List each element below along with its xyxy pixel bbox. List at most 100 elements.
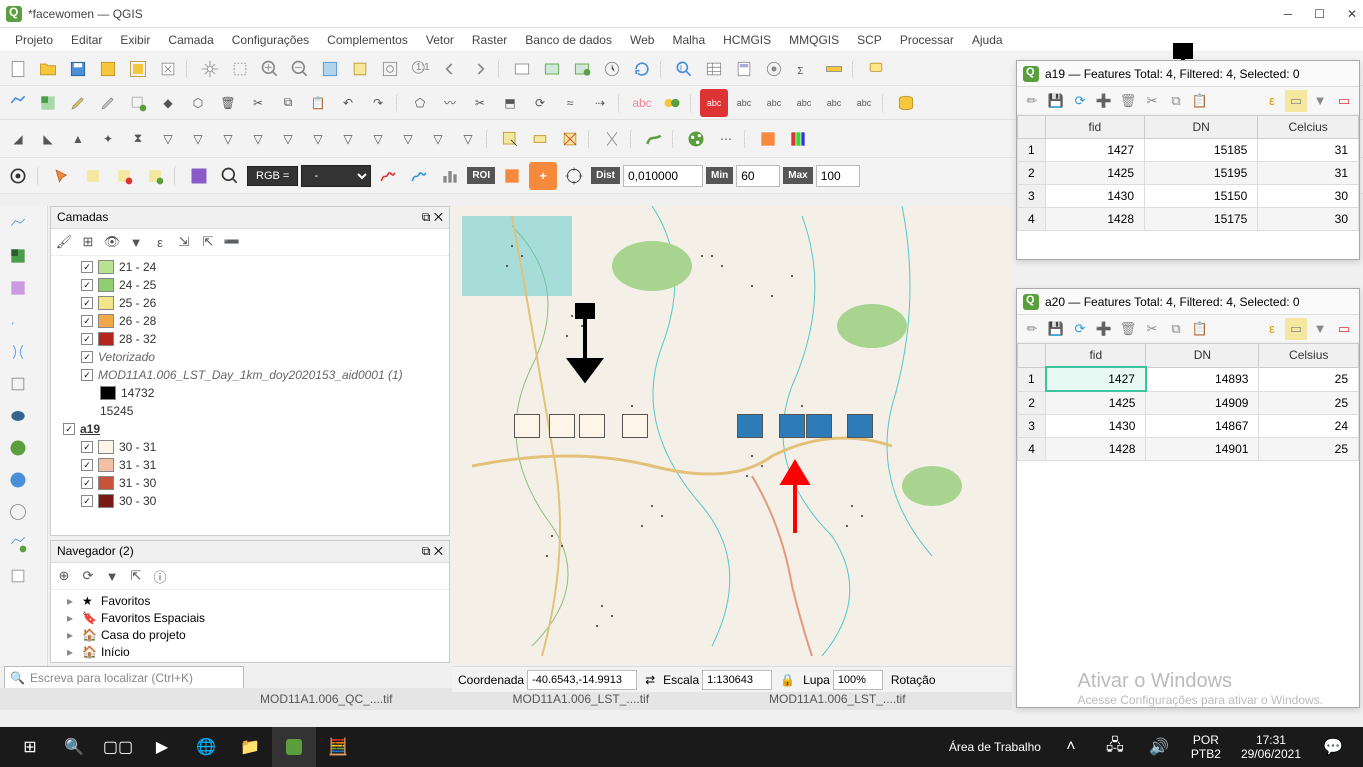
notifications-icon[interactable]: 💬 — [1311, 727, 1355, 767]
media-app-icon[interactable]: ▶ — [140, 727, 184, 767]
scp-icon2[interactable]: ◣ — [34, 125, 62, 153]
rgb-combo[interactable]: - — [301, 165, 371, 187]
refresh-icon[interactable] — [628, 55, 656, 83]
cell[interactable]: 15175 — [1145, 208, 1258, 231]
layer-label[interactable]: 14732 — [121, 386, 154, 400]
node-tool-icon[interactable]: ⬡ — [184, 89, 212, 117]
scp-histogram-icon[interactable] — [436, 162, 464, 190]
menu-scp[interactable]: SCP — [850, 31, 889, 49]
search-button[interactable]: 🔍 — [52, 727, 96, 767]
cell[interactable]: 1428 — [1046, 438, 1146, 461]
scale-input[interactable] — [702, 670, 772, 690]
add-wms-icon[interactable] — [4, 434, 32, 462]
browser-props-icon[interactable]: ⓘ — [150, 566, 170, 586]
zoom-last-icon[interactable] — [436, 55, 464, 83]
coord-input[interactable] — [527, 670, 637, 690]
layer-checkbox[interactable] — [81, 261, 93, 273]
layer-expand-icon[interactable]: ⇲ — [174, 232, 194, 252]
cell[interactable]: 15150 — [1145, 185, 1258, 208]
cell[interactable]: 1425 — [1045, 162, 1144, 185]
layer-filter-icon[interactable]: ▼ — [126, 232, 146, 252]
scp-target-icon[interactable] — [560, 162, 588, 190]
scp-roi-redo-icon[interactable] — [110, 162, 138, 190]
menu-malha[interactable]: Malha — [665, 31, 712, 49]
locator-bar[interactable]: 🔍 Escreva para localizar (Ctrl+K) — [4, 666, 244, 690]
save-edits-icon[interactable] — [94, 89, 122, 117]
db-manager-icon[interactable] — [892, 89, 920, 117]
minimize-button[interactable]: ─ — [1284, 7, 1293, 21]
cell[interactable]: 14893 — [1146, 367, 1259, 391]
layer-label[interactable]: 28 - 32 — [119, 332, 156, 346]
col-header[interactable]: DN — [1146, 344, 1259, 368]
reload-icon[interactable]: ⟳ — [1069, 90, 1091, 112]
browser-item-label[interactable]: Favoritos Espaciais — [101, 611, 205, 625]
save-icon[interactable] — [64, 55, 92, 83]
col-header[interactable]: fid — [1046, 344, 1146, 368]
save-icon[interactable]: 💾 — [1045, 318, 1067, 340]
browser-close-icon[interactable]: ✕ — [434, 544, 443, 558]
menu-raster[interactable]: Raster — [465, 31, 514, 49]
dist-input[interactable] — [623, 165, 703, 187]
form-icon[interactable]: ▭ — [1333, 318, 1355, 340]
add-mesh-icon[interactable] — [4, 274, 32, 302]
layer-label[interactable]: 31 - 31 — [119, 458, 156, 472]
col-header[interactable]: DN — [1145, 116, 1258, 139]
layer-label[interactable]: 25 - 26 — [119, 296, 156, 310]
new-print-layout-icon[interactable] — [94, 55, 122, 83]
scp-icon1[interactable]: ◢ — [4, 125, 32, 153]
scp-icon15[interactable]: ▽ — [424, 125, 452, 153]
move-feature-icon[interactable]: ◆ — [154, 89, 182, 117]
col-header[interactable]: Celcius — [1258, 116, 1359, 139]
bg-tab-3[interactable]: MOD11A1.006_LST_....tif — [769, 692, 906, 706]
cut-icon[interactable]: ✂ — [1141, 90, 1163, 112]
taskbar-clock[interactable]: 17:3129/06/2021 — [1231, 733, 1311, 762]
cell[interactable]: 1427 — [1045, 139, 1144, 162]
filter-icon[interactable]: ▼ — [1309, 318, 1331, 340]
scp-icon11[interactable]: ▽ — [304, 125, 332, 153]
edit-icon[interactable]: ✏ — [1021, 90, 1043, 112]
paste-icon[interactable]: 📋 — [304, 89, 332, 117]
row-header[interactable]: 4 — [1018, 208, 1046, 231]
browser-refresh-icon[interactable]: ⟳ — [78, 566, 98, 586]
layer-label[interactable]: 31 - 30 — [119, 476, 156, 490]
undo-icon[interactable]: ↶ — [334, 89, 362, 117]
redo-icon[interactable]: ↷ — [364, 89, 392, 117]
identify-icon[interactable]: i — [670, 55, 698, 83]
map-canvas[interactable] — [452, 206, 1012, 664]
edit-icon[interactable]: ✏ — [1021, 318, 1043, 340]
scp-icon10[interactable]: ▽ — [274, 125, 302, 153]
scp-roi-poly-icon[interactable] — [79, 162, 107, 190]
menu-ajuda[interactable]: Ajuda — [965, 31, 1010, 49]
stats-icon[interactable]: Σ — [790, 55, 818, 83]
layer-remove-icon[interactable]: ➖ — [222, 232, 242, 252]
cell[interactable]: 1428 — [1045, 208, 1144, 231]
lock-icon[interactable]: 🔒 — [780, 673, 795, 687]
toolbox-icon[interactable] — [760, 55, 788, 83]
layer-checkbox[interactable] — [81, 315, 93, 327]
layer-visibility-icon[interactable]: 👁 — [102, 232, 122, 252]
delete-icon[interactable]: 🗑 — [1117, 318, 1139, 340]
layer-styling-icon[interactable]: 🖌 — [54, 232, 74, 252]
expr-icon[interactable]: ε — [1261, 90, 1283, 112]
scp-icon13[interactable]: ▽ — [364, 125, 392, 153]
tray-chevron-icon[interactable]: ˄ — [1049, 727, 1093, 767]
reload-icon[interactable]: ⟳ — [1069, 318, 1091, 340]
browser-add-icon[interactable]: ⊕ — [54, 566, 74, 586]
reshape-icon[interactable]: 〰 — [436, 89, 464, 117]
browser-collapse-icon[interactable]: ⇱ — [126, 566, 146, 586]
layers-close-icon[interactable]: ✕ — [434, 210, 443, 224]
rotate-icon[interactable]: ⟳ — [526, 89, 554, 117]
scp-spectral-icon[interactable] — [374, 162, 402, 190]
cell[interactable]: 30 — [1258, 185, 1359, 208]
scp-icon5[interactable]: ⧗ — [124, 125, 152, 153]
edit-toggle-icon[interactable] — [64, 89, 92, 117]
paste-icon[interactable]: 📋 — [1189, 90, 1211, 112]
scp-add-icon[interactable]: + — [529, 162, 557, 190]
layer-expression-icon[interactable]: ε — [150, 232, 170, 252]
expand-icon[interactable]: ▸ — [67, 611, 77, 625]
zoom-full-icon[interactable] — [316, 55, 344, 83]
layer-checkbox[interactable] — [81, 297, 93, 309]
cell[interactable]: 14901 — [1146, 438, 1259, 461]
cell[interactable]: 31 — [1258, 139, 1359, 162]
attr-a19-grid[interactable]: fidDNCelcius1142715185312142515195313143… — [1017, 115, 1359, 231]
